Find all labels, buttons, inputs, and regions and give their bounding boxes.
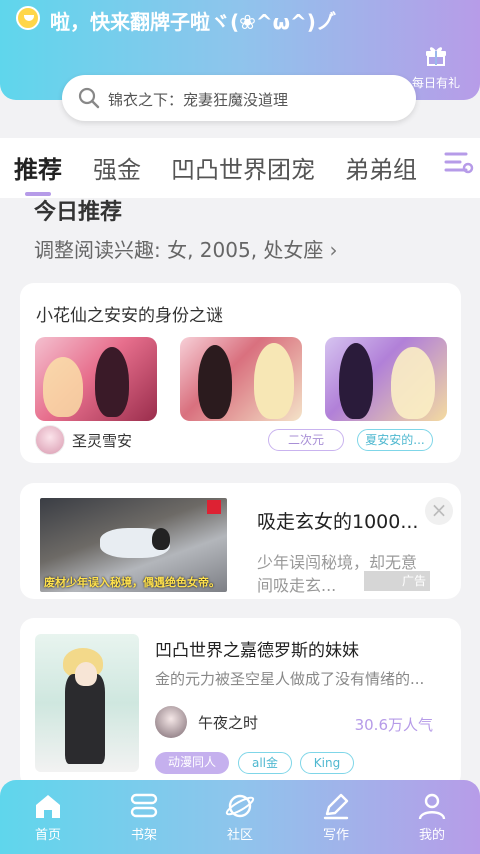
book-cover[interactable] bbox=[35, 634, 139, 772]
author-avatar[interactable] bbox=[35, 425, 65, 455]
tag-anime[interactable]: 二次元 bbox=[268, 429, 344, 451]
search-bar[interactable]: 锦衣之下：宠妻狂魔没道理 bbox=[62, 75, 416, 121]
ad-card[interactable]: 废材少年误入秘境，偶遇绝色女帝。 吸走玄女的1000... 少年误闯秘境，却无意… bbox=[20, 483, 461, 599]
category-menu-icon bbox=[444, 152, 474, 174]
nav-bookshelf[interactable]: 书架 bbox=[96, 780, 192, 854]
tag-xia-anan[interactable]: 夏安安的... bbox=[357, 429, 433, 451]
nav-write-label: 写作 bbox=[322, 828, 349, 843]
tag-anime-fanfic[interactable]: 动漫同人 bbox=[155, 752, 229, 774]
adjust-interest-link[interactable]: 调整阅读兴趣: 女, 2005, 处女座 › bbox=[34, 234, 337, 263]
ad-app-badge bbox=[207, 500, 221, 514]
nav-community-label: 社区 bbox=[226, 828, 253, 843]
ad-label: 广告 bbox=[364, 571, 430, 591]
collection-card[interactable]: 小花仙之安安的身份之谜 圣灵雪安 二次元 夏安安的... bbox=[20, 283, 461, 463]
ad-image[interactable]: 废材少年误入秘境，偶遇绝色女帝。 bbox=[40, 498, 227, 592]
search-icon bbox=[78, 87, 100, 109]
tab-brothers[interactable]: 弟弟组 bbox=[345, 150, 417, 185]
collection-image-2[interactable] bbox=[180, 337, 302, 421]
collection-title: 小花仙之安安的身份之谜 bbox=[36, 306, 223, 326]
gift-label: 每日有礼 bbox=[411, 76, 460, 90]
section-title: 今日推荐 bbox=[34, 200, 123, 225]
tab-qiangjin[interactable]: 强金 bbox=[93, 150, 141, 185]
nav-profile-label: 我的 bbox=[418, 828, 445, 843]
author-name[interactable]: 圣灵雪安 bbox=[72, 430, 132, 451]
planet-icon bbox=[225, 794, 255, 818]
bottom-navigation: 首页 书架 社区 写作 我的 bbox=[0, 780, 480, 854]
popularity-count: 30.6万人气 bbox=[354, 716, 433, 734]
daily-gift-button[interactable]: 每日有礼 bbox=[404, 44, 468, 91]
category-tabs: 推荐 强金 凹凸世界团宠 弟弟组 bbox=[0, 138, 480, 198]
emoji-avatar-icon bbox=[16, 6, 40, 30]
pen-icon bbox=[323, 793, 349, 820]
nav-profile[interactable]: 我的 bbox=[384, 780, 480, 854]
ad-caption: 废材少年误入秘境，偶遇绝色女帝。 bbox=[44, 576, 220, 589]
close-icon[interactable]: × bbox=[425, 497, 453, 525]
nav-community[interactable]: 社区 bbox=[192, 780, 288, 854]
ad-label-text: 广告 bbox=[401, 574, 426, 588]
ad-title: 吸走玄女的1000... bbox=[257, 511, 419, 533]
search-placeholder: 锦衣之下：宠妻狂魔没道理 bbox=[108, 91, 289, 109]
tag-all-jin[interactable]: all金 bbox=[238, 752, 292, 774]
nav-write[interactable]: 写作 bbox=[288, 780, 384, 854]
adjust-interest-label: 调整阅读兴趣: 女, 2005, 处女座 bbox=[34, 238, 324, 262]
bookshelf-icon bbox=[130, 793, 158, 818]
tag-king[interactable]: King bbox=[300, 752, 354, 774]
user-icon bbox=[418, 793, 446, 820]
writer-avatar[interactable] bbox=[155, 706, 187, 738]
collection-image-3[interactable] bbox=[325, 337, 447, 421]
book-description: 金的元力被圣空星人做成了没有情绪的... bbox=[155, 670, 425, 688]
today-recommend-section: 今日推荐 调整阅读兴趣: 女, 2005, 处女座 › bbox=[0, 198, 480, 278]
nav-bookshelf-label: 书架 bbox=[130, 828, 157, 843]
active-tab-indicator bbox=[25, 192, 51, 196]
header-slogan: 啦，快来翻牌子啦ヾ(❀^ω^)ノ゙ bbox=[50, 10, 336, 34]
chevron-right-icon: › bbox=[329, 238, 338, 262]
writer-name[interactable]: 午夜之时 bbox=[198, 712, 258, 733]
book-card[interactable]: 凹凸世界之嘉德罗斯的妹妹 金的元力被圣空星人做成了没有情绪的... 午夜之时 3… bbox=[20, 618, 461, 788]
tabs-more-button[interactable] bbox=[442, 146, 480, 180]
tab-aotu-world[interactable]: 凹凸世界团宠 bbox=[171, 150, 315, 185]
book-title: 凹凸世界之嘉德罗斯的妹妹 bbox=[155, 641, 359, 661]
nav-home[interactable]: 首页 bbox=[0, 780, 96, 854]
nav-home-label: 首页 bbox=[34, 828, 61, 843]
collection-image-1[interactable] bbox=[35, 337, 157, 421]
home-icon bbox=[36, 795, 60, 818]
tab-recommend[interactable]: 推荐 bbox=[14, 150, 62, 185]
gift-icon bbox=[426, 47, 446, 66]
